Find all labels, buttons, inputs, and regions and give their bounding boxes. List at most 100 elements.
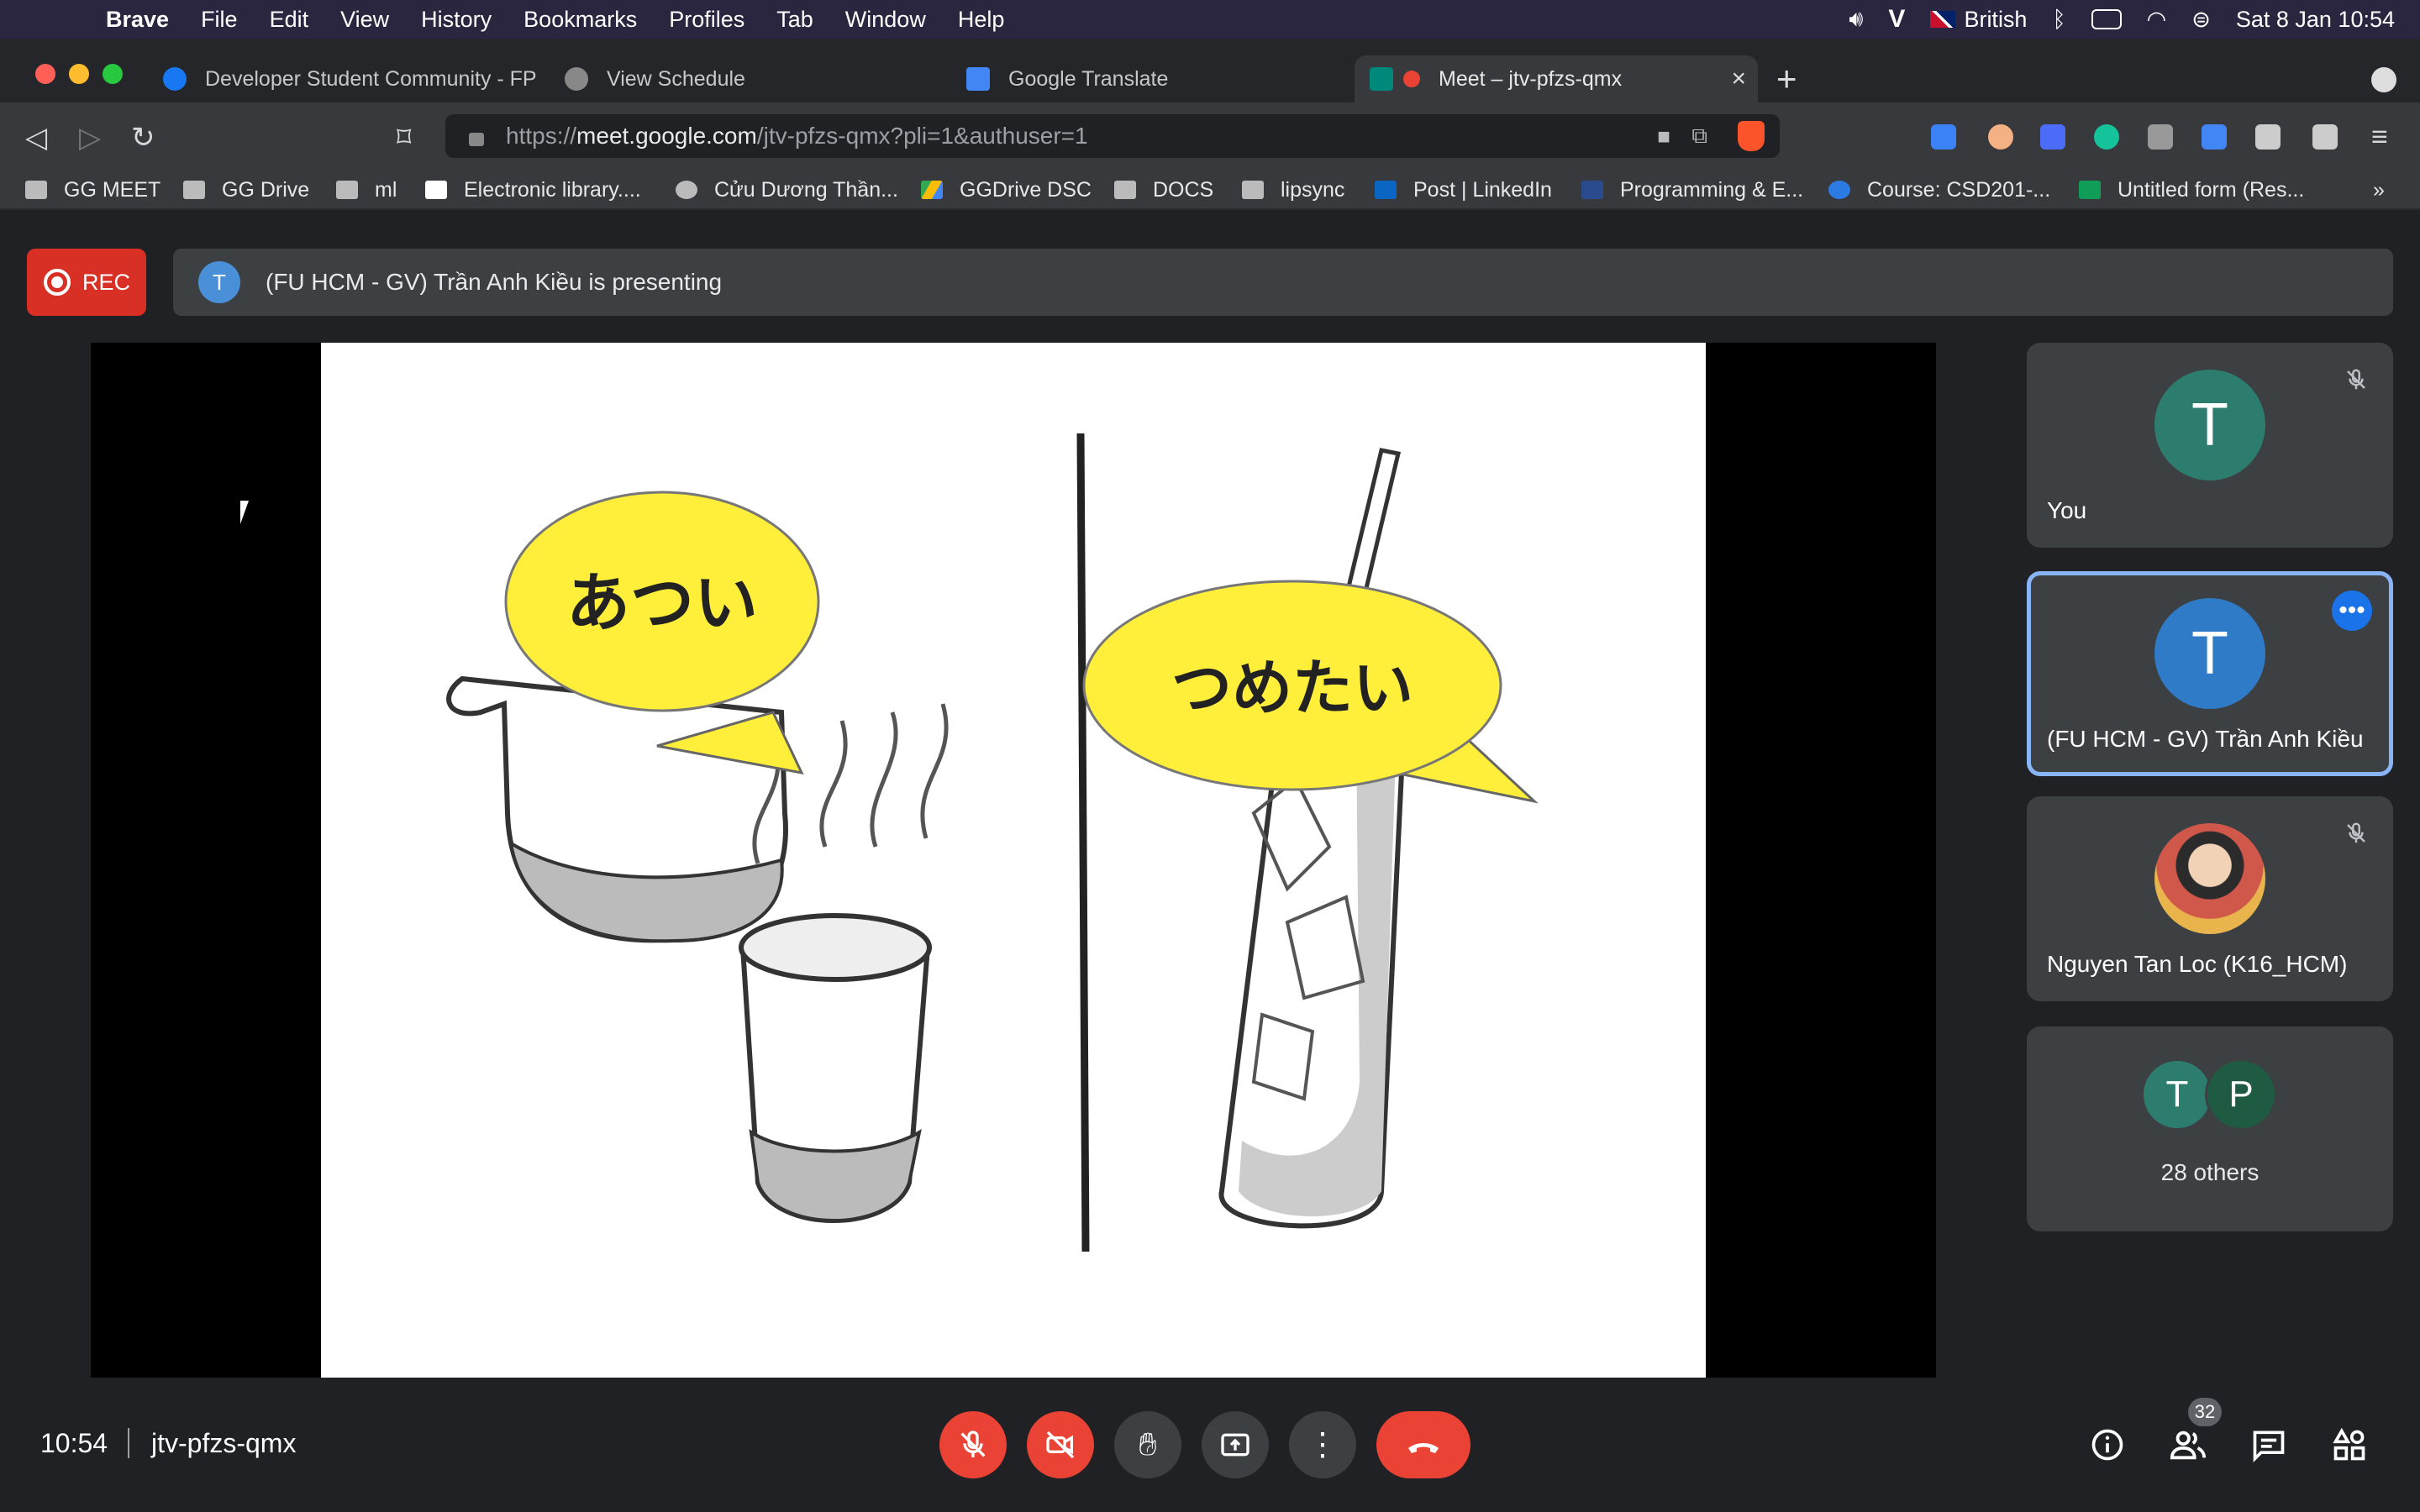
toggle-camera-button[interactable] <box>1027 1411 1094 1478</box>
menu-history[interactable]: History <box>421 7 492 33</box>
hand-icon: ✋︎ <box>1139 1426 1157 1462</box>
open-external-icon[interactable]: ⧉ <box>1691 123 1707 150</box>
wifi-icon[interactable]: ◠ <box>2147 7 2167 33</box>
other-avatar: T <box>2141 1058 2213 1131</box>
rec-label: REC <box>82 269 131 295</box>
tab-google-meet[interactable]: Meet – jtv-pfzs-qmx × <box>1355 55 1758 102</box>
tab-search-button[interactable] <box>2371 67 2396 92</box>
show-everyone-button[interactable] <box>2168 1425 2208 1465</box>
course-icon <box>1828 181 1850 199</box>
bookmark-untitled-form[interactable]: Untitled form (Res... <box>2079 175 2304 205</box>
address-bar[interactable]: https://meet.google.com/jtv-pfzs-qmx?pli… <box>445 114 1780 158</box>
facebook-icon <box>163 67 187 91</box>
extension-audio-icon[interactable] <box>2040 124 2065 150</box>
muted-mic-icon <box>2339 363 2373 396</box>
bookmarks-overflow-button[interactable]: » <box>2373 175 2385 205</box>
menu-profiles[interactable]: Profiles <box>669 7 744 33</box>
input-language[interactable]: British <box>1964 7 2027 33</box>
lock-icon[interactable] <box>469 133 484 146</box>
menu-tab[interactable]: Tab <box>776 7 813 33</box>
meeting-clock: 10:54 <box>40 1428 108 1458</box>
bookmark-cuu-duong[interactable]: Cửu Dương Thần... <box>676 175 898 205</box>
volume-icon[interactable]: 🔊︎ <box>1849 6 1863 33</box>
chat-button[interactable] <box>2249 1425 2289 1465</box>
extension-orange-icon[interactable] <box>1988 124 2013 150</box>
bookmark-electronic-library[interactable]: Electronic library.... <box>425 175 641 205</box>
macos-menu-bar: Brave File Edit View History Bookmarks P… <box>0 0 2420 39</box>
translate-extension-icon[interactable] <box>2202 124 2227 150</box>
tab-title: Meet – jtv-pfzs-qmx <box>1439 66 1623 91</box>
menu-view[interactable]: View <box>340 7 389 33</box>
linkedin-icon <box>1375 181 1397 199</box>
participant-tile-others[interactable]: T P 28 others <box>2027 1026 2393 1231</box>
raise-hand-button[interactable]: ✋︎ <box>1114 1411 1181 1478</box>
bookmark-gg-drive[interactable]: GG Drive <box>183 175 309 205</box>
globe-icon <box>565 67 588 91</box>
camera-in-use-icon[interactable]: ■ <box>1657 123 1670 150</box>
activities-button[interactable] <box>2329 1425 2370 1465</box>
wallet-icon[interactable] <box>2312 124 2338 150</box>
maximize-window-button[interactable] <box>103 64 123 84</box>
more-options-icon[interactable]: ••• <box>2332 591 2372 631</box>
menu-window[interactable]: Window <box>845 7 926 33</box>
y-logo-icon <box>425 181 447 199</box>
close-tab-icon[interactable]: × <box>1731 65 1746 93</box>
bookmark-ml[interactable]: ml <box>336 175 397 205</box>
participant-tile-presenter[interactable]: T ••• (FU HCM - GV) Trần Anh Kiều <box>2027 571 2393 776</box>
bottom-divider <box>128 1428 129 1458</box>
extension-mail-icon[interactable] <box>1931 124 1956 150</box>
bluetooth-icon[interactable]: ᛒ <box>2052 7 2065 33</box>
menu-edit[interactable]: Edit <box>270 7 309 33</box>
menu-bookmarks[interactable]: Bookmarks <box>523 7 637 33</box>
reload-button[interactable]: ↻ <box>131 121 155 155</box>
forward-button[interactable]: ▷ <box>79 121 101 155</box>
bookmark-linkedin[interactable]: Post | LinkedIn <box>1375 175 1552 205</box>
left-bubble-text: あつい <box>566 565 758 640</box>
battery-icon[interactable] <box>2091 9 2122 29</box>
grammarly-icon[interactable] <box>2094 124 2119 150</box>
tab-google-translate[interactable]: Google Translate <box>966 55 1336 102</box>
more-options-button[interactable]: ⋮ <box>1289 1411 1356 1478</box>
bookmark-ggdrive-dsc[interactable]: GGDrive DSC <box>921 175 1092 205</box>
bookmark-lipsync[interactable]: lipsync <box>1242 175 1344 205</box>
meeting-details-button[interactable] <box>2087 1425 2128 1465</box>
folder-icon <box>25 181 47 199</box>
participant-tile-you[interactable]: T You <box>2027 343 2393 548</box>
bookmark-docs[interactable]: DOCS <box>1114 175 1213 205</box>
slide-illustration: あつい つめたい <box>446 433 1539 1252</box>
menu-app-name[interactable]: Brave <box>106 7 169 33</box>
camera-off-icon <box>1046 1431 1075 1459</box>
screenshot-icon[interactable] <box>2148 124 2173 150</box>
menu-help[interactable]: Help <box>958 7 1005 33</box>
bookmark-page-icon[interactable]: ⌑ <box>397 121 411 155</box>
globe-icon <box>676 181 697 199</box>
vpn-icon[interactable]: V <box>1888 5 1905 34</box>
control-center-icon[interactable]: ⊜ <box>2191 7 2211 33</box>
mic-off-icon <box>960 1431 986 1457</box>
new-tab-button[interactable]: + <box>1776 55 1797 102</box>
participant-count-badge: 32 <box>2188 1398 2222 1426</box>
tab-developer-student-community[interactable]: Developer Student Community - FP <box>163 55 541 102</box>
menu-file[interactable]: File <box>201 7 238 33</box>
bookmark-course-csd201[interactable]: Course: CSD201-... <box>1828 175 2050 205</box>
brave-shields-icon[interactable] <box>1738 121 1765 151</box>
bookmark-programming[interactable]: Programming & E... <box>1581 175 1803 205</box>
folder-icon <box>1114 181 1136 199</box>
tab-view-schedule[interactable]: View Schedule <box>565 55 934 102</box>
record-icon <box>44 269 71 296</box>
toggle-microphone-button[interactable] <box>939 1411 1007 1478</box>
minimize-window-button[interactable] <box>69 64 89 84</box>
back-button[interactable]: ◁ <box>25 121 47 155</box>
present-screen-button[interactable] <box>1202 1411 1269 1478</box>
people-icon <box>2170 1431 2207 1460</box>
presentation-slide: あつい つめたい <box>321 343 1706 1378</box>
browser-menu-icon[interactable]: ≡ <box>2371 121 2388 154</box>
participant-tile-nguyen-tan-loc[interactable]: Nguyen Tan Loc (K16_HCM) <box>2027 796 2393 1001</box>
leave-call-button[interactable] <box>1376 1411 1470 1478</box>
extensions-puzzle-icon[interactable] <box>2255 124 2281 150</box>
menu-clock[interactable]: Sat 8 Jan 10:54 <box>2236 7 2395 33</box>
close-window-button[interactable] <box>35 64 55 84</box>
bookmark-gg-meet[interactable]: GG MEET <box>25 175 160 205</box>
recording-badge[interactable]: REC <box>27 249 146 316</box>
info-icon <box>2091 1429 2123 1461</box>
